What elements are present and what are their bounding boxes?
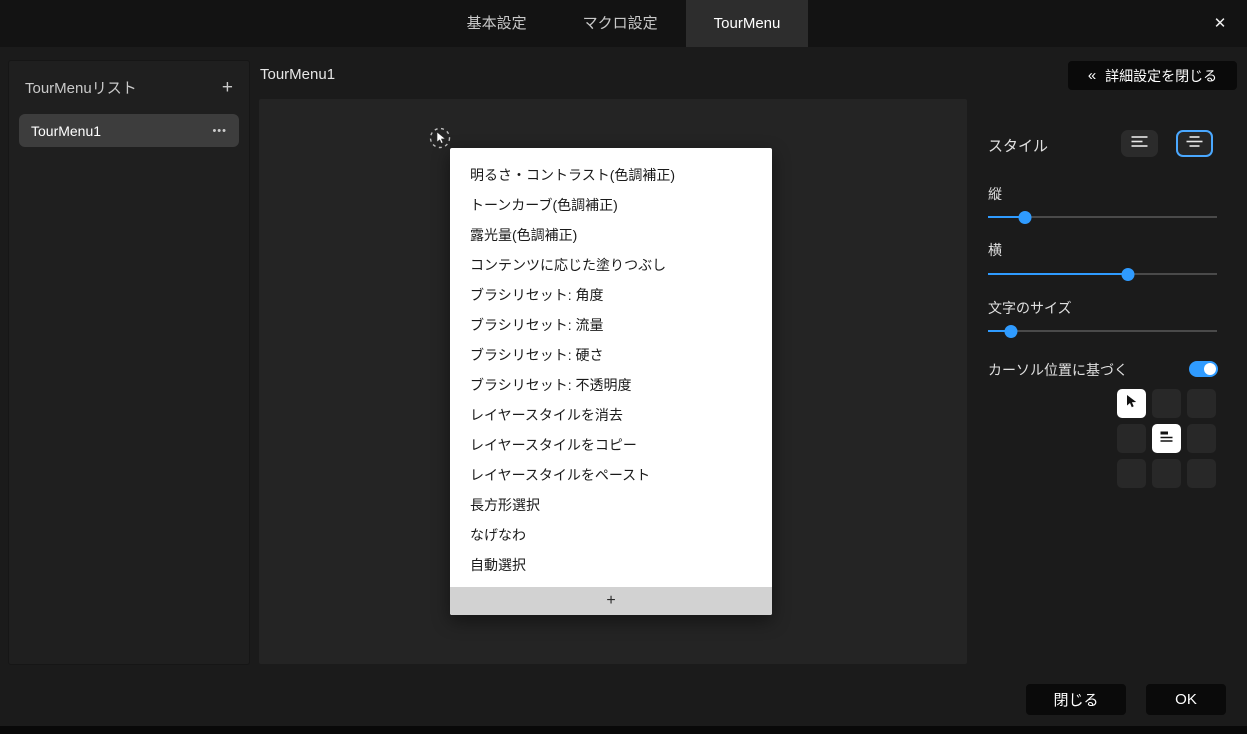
cursor-anchor-icon (428, 126, 452, 150)
position-grid-cell-bottom-right[interactable] (1187, 459, 1216, 488)
menu-item[interactable]: レイヤースタイルを消去 (450, 400, 772, 430)
menu-item[interactable]: レイヤースタイルをコピー (450, 430, 772, 460)
ok-button[interactable]: OK (1146, 684, 1226, 715)
slider-thumb[interactable] (1004, 325, 1018, 338)
menu-item[interactable]: 長方形選択 (450, 490, 772, 520)
tab-macro-settings[interactable]: マクロ設定 (555, 0, 686, 47)
menu-item[interactable]: なげなわ (450, 520, 772, 550)
position-grid-cell-bottom-center[interactable] (1152, 459, 1181, 488)
collapse-advanced-settings-button[interactable]: « 詳細設定を閉じる (1068, 61, 1237, 90)
menu-item[interactable]: ブラシリセット: 角度 (450, 280, 772, 310)
tourmenu-list-item[interactable]: TourMenu1 ••• (19, 114, 239, 147)
menu-lines-icon (1159, 430, 1174, 448)
position-grid-cell-top-left[interactable] (1117, 389, 1146, 418)
position-grid-cell-bottom-left[interactable] (1117, 459, 1146, 488)
style-label: スタイル (988, 138, 1049, 155)
add-menu-item-button[interactable]: + (450, 587, 772, 615)
vertical-slider-label: 縦 (988, 186, 1002, 202)
text-size-slider[interactable] (988, 324, 1217, 338)
position-grid-cell-top-center[interactable] (1152, 389, 1181, 418)
collapse-button-label: 詳細設定を閉じる (1105, 67, 1218, 84)
menu-item[interactable]: コンテンツに応じた塗りつぶし (450, 250, 772, 280)
slider-thumb[interactable] (1018, 211, 1032, 224)
menu-item[interactable]: 露光量(色調補正) (450, 220, 772, 250)
tourmenu-list-title: TourMenuリスト (25, 80, 137, 97)
horizontal-slider[interactable] (988, 267, 1217, 281)
slider-fill (988, 273, 1128, 275)
chevron-left-icon: « (1087, 67, 1097, 84)
title-bar: 基本設定 マクロ設定 TourMenu (0, 0, 1247, 47)
align-left-lines-icon (1130, 135, 1149, 153)
menu-item[interactable]: ブラシリセット: 流量 (450, 310, 772, 340)
menu-item[interactable]: ブラシリセット: 不透明度 (450, 370, 772, 400)
close-button[interactable]: 閉じる (1026, 684, 1126, 715)
style-option-right-button[interactable] (1176, 130, 1213, 157)
cursor-pointer-icon (1125, 394, 1138, 414)
tab-tourmenu[interactable]: TourMenu (685, 0, 809, 47)
close-icon[interactable]: ✕ (1203, 6, 1237, 40)
tourmenu-item-label: TourMenu1 (31, 122, 102, 139)
tourmenu-list-header: TourMenuリスト + (9, 61, 249, 106)
tourmenu-list-panel: TourMenuリスト + TourMenu1 ••• (8, 60, 250, 665)
position-grid-cell-middle-center[interactable] (1152, 424, 1181, 453)
bottom-edge-strip (0, 726, 1247, 734)
vertical-slider[interactable] (988, 210, 1217, 224)
position-grid-cell-middle-right[interactable] (1187, 424, 1216, 453)
position-grid-cell-middle-left[interactable] (1117, 424, 1146, 453)
menu-item[interactable]: 明るさ・コントラスト(色調補正) (450, 160, 772, 190)
tab-basic-settings[interactable]: 基本設定 (439, 0, 555, 47)
menu-item[interactable]: トーンカーブ(色調補正) (450, 190, 772, 220)
tour-menu-preview: 明るさ・コントラスト(色調補正) トーンカーブ(色調補正) 露光量(色調補正) … (450, 148, 772, 615)
preview-canvas: 明るさ・コントラスト(色調補正) トーンカーブ(色調補正) 露光量(色調補正) … (259, 99, 967, 664)
style-button-group (1121, 130, 1213, 157)
toggle-knob (1204, 363, 1216, 375)
slider-track[interactable] (988, 330, 1217, 332)
more-options-icon[interactable]: ••• (212, 125, 227, 137)
menu-item[interactable]: レイヤースタイルをペースト (450, 460, 772, 490)
align-center-lines-icon (1185, 135, 1204, 153)
text-size-slider-label: 文字のサイズ (988, 300, 1072, 316)
page-title: TourMenu1 (260, 66, 336, 83)
menu-item[interactable]: 自動選択 (450, 550, 772, 580)
style-option-left-button[interactable] (1121, 130, 1158, 157)
position-grid-cell-top-right[interactable] (1187, 389, 1216, 418)
position-grid (1117, 389, 1216, 488)
horizontal-slider-label: 横 (988, 242, 1002, 258)
tour-menu-item-list: 明るさ・コントラスト(色調補正) トーンカーブ(色調補正) 露光量(色調補正) … (450, 148, 772, 587)
cursor-position-toggle[interactable] (1189, 361, 1218, 377)
cursor-position-label: カーソル位置に基づく (988, 362, 1128, 378)
slider-thumb[interactable] (1121, 268, 1135, 281)
menu-item[interactable]: ブラシリセット: 硬さ (450, 340, 772, 370)
add-tourmenu-button[interactable]: + (222, 78, 233, 97)
